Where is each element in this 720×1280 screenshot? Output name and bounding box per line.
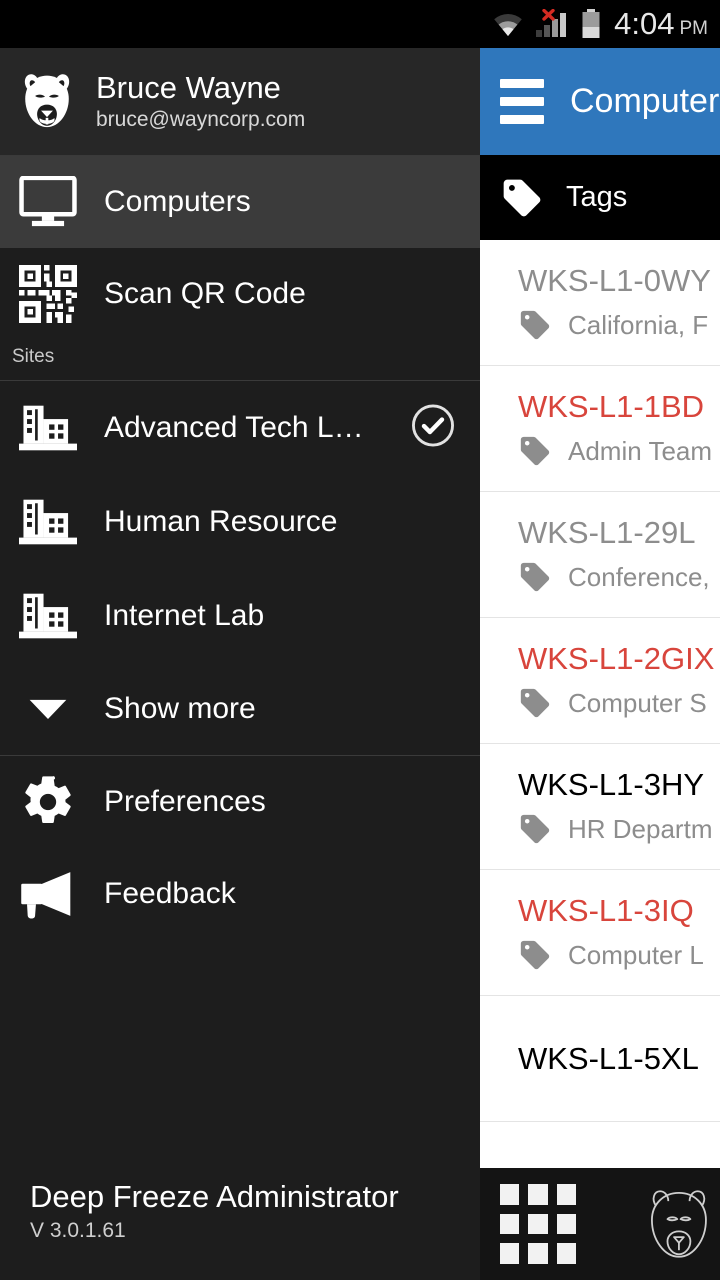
- sidebar-item-label: Scan QR Code: [104, 277, 306, 310]
- sidebar-item-site-human-resource[interactable]: Human Resource: [0, 475, 480, 569]
- computer-tag-label: Computer L: [568, 939, 704, 970]
- drawer-account-header[interactable]: Bruce Wayne bruce@wayncorp.com: [0, 48, 480, 155]
- computer-tag-row: Conference,: [518, 560, 720, 594]
- tag-icon: [503, 179, 541, 216]
- sidebar-item-computers[interactable]: Computers: [0, 156, 480, 248]
- check-circle-icon: [410, 403, 456, 454]
- computer-tag-label: California, F: [568, 309, 709, 340]
- computer-tag-row: Computer S: [518, 686, 720, 720]
- megaphone-icon: [18, 869, 78, 919]
- computer-name: WKS-L1-1BD: [518, 389, 705, 424]
- battery-icon: [582, 9, 600, 38]
- tags-bar-label: Tags: [566, 181, 628, 213]
- account-name: Bruce Wayne: [96, 70, 281, 105]
- sites-section-label: Sites: [12, 346, 55, 367]
- bottom-navigation-bar: [480, 1168, 720, 1280]
- computer-name: WKS-L1-3IQ: [518, 893, 694, 928]
- tag-icon: [520, 688, 550, 718]
- building-icon: [18, 591, 78, 641]
- sidebar-item-label: Feedback: [104, 877, 236, 910]
- drawer-footer: Deep Freeze Administrator V 3.0.1.61: [0, 1178, 480, 1280]
- tags-bar[interactable]: Tags: [480, 155, 720, 240]
- computer-list-item[interactable]: WKS-L1-3HY HR Departm: [480, 744, 720, 870]
- app-root: 4:04 PM Computers Tags WKS-L1-0WY Califor…: [0, 0, 720, 1280]
- computer-tag-row: Admin Team: [518, 434, 720, 468]
- chevron-down-icon: [18, 697, 78, 721]
- tag-icon: [520, 436, 550, 466]
- computer-list-item[interactable]: WKS-L1-3IQ Computer L: [480, 870, 720, 996]
- computer-name: WKS-L1-5XL: [518, 1040, 699, 1076]
- building-icon: [18, 403, 78, 453]
- cellular-no-sim-icon: [536, 9, 567, 37]
- computer-list-item[interactable]: WKS-L1-2GIX Computer S: [480, 618, 720, 744]
- computer-name: WKS-L1-29L: [518, 515, 696, 550]
- clock-ampm: PM: [679, 18, 709, 39]
- sidebar-item-label: Internet Lab: [104, 599, 265, 632]
- status-bar-clock: 4:04 PM: [614, 6, 708, 42]
- grid-apps-icon[interactable]: [500, 1184, 577, 1264]
- building-icon: [18, 497, 78, 547]
- computer-tag-row: HR Departm: [518, 812, 720, 846]
- sidebar-item-preferences[interactable]: Preferences: [0, 756, 480, 848]
- bear-outline-icon[interactable]: [638, 1184, 720, 1264]
- sidebar-item-site-internet-lab[interactable]: Internet Lab: [0, 569, 480, 663]
- app-title: Deep Freeze Administrator: [30, 1179, 399, 1214]
- sidebar-item-label: Advanced Tech L…: [104, 411, 364, 444]
- tag-icon: [520, 814, 550, 844]
- computer-tag-row: Computer L: [518, 938, 720, 972]
- computer-tag-label: Admin Team: [568, 435, 713, 466]
- computer-tag-label: Computer S: [568, 687, 707, 718]
- status-bar: 4:04 PM: [0, 0, 720, 48]
- tag-icon: [520, 310, 550, 340]
- computer-list[interactable]: WKS-L1-0WY California, F WKS-L1-1BD Admin T…: [480, 240, 720, 1122]
- computer-list-item[interactable]: WKS-L1-5XL: [480, 996, 720, 1122]
- tag-icon: [520, 940, 550, 970]
- computer-tag-label: HR Departm: [568, 813, 713, 844]
- app-bar: Computers: [480, 48, 720, 155]
- sidebar-item-label: Computers: [104, 185, 251, 218]
- gear-icon: [18, 774, 78, 830]
- qr-code-icon: [18, 265, 78, 323]
- bear-avatar-icon: [24, 73, 70, 127]
- clock-time: 4:04: [614, 6, 675, 41]
- computer-list-item[interactable]: WKS-L1-0WY California, F: [480, 240, 720, 366]
- app-version: V 3.0.1.61: [30, 1219, 126, 1242]
- computer-list-item[interactable]: WKS-L1-1BD Admin Team: [480, 366, 720, 492]
- sidebar-item-show-more[interactable]: Show more: [0, 663, 480, 755]
- computer-name: WKS-L1-2GIX: [518, 641, 715, 676]
- hamburger-menu-icon[interactable]: [500, 79, 544, 124]
- sidebar-item-label: Preferences: [104, 785, 266, 818]
- monitor-icon: [18, 176, 78, 228]
- sidebar-item-label: Show more: [104, 692, 256, 725]
- computers-screen: Computers Tags WKS-L1-0WY California, F WK…: [480, 48, 720, 1280]
- wifi-icon: [494, 14, 522, 36]
- sidebar-item-site-advanced-tech-lab[interactable]: Advanced Tech L…: [0, 381, 480, 475]
- tag-icon: [520, 562, 550, 592]
- computer-name: WKS-L1-3HY: [518, 767, 705, 802]
- computer-list-item[interactable]: WKS-L1-29L Conference,: [480, 492, 720, 618]
- computer-tag-label: Conference,: [568, 561, 710, 592]
- app-bar-title: Computers: [570, 82, 720, 120]
- account-email: bruce@wayncorp.com: [96, 108, 306, 131]
- navigation-drawer: Bruce Wayne bruce@wayncorp.com Computers: [0, 48, 480, 1280]
- sidebar-item-label: Human Resource: [104, 505, 338, 538]
- computer-tag-row: California, F: [518, 308, 720, 342]
- sidebar-item-feedback[interactable]: Feedback: [0, 848, 480, 940]
- computer-name: WKS-L1-0WY: [518, 263, 711, 298]
- sidebar-item-scan-qr-code[interactable]: Scan QR Code: [0, 248, 480, 340]
